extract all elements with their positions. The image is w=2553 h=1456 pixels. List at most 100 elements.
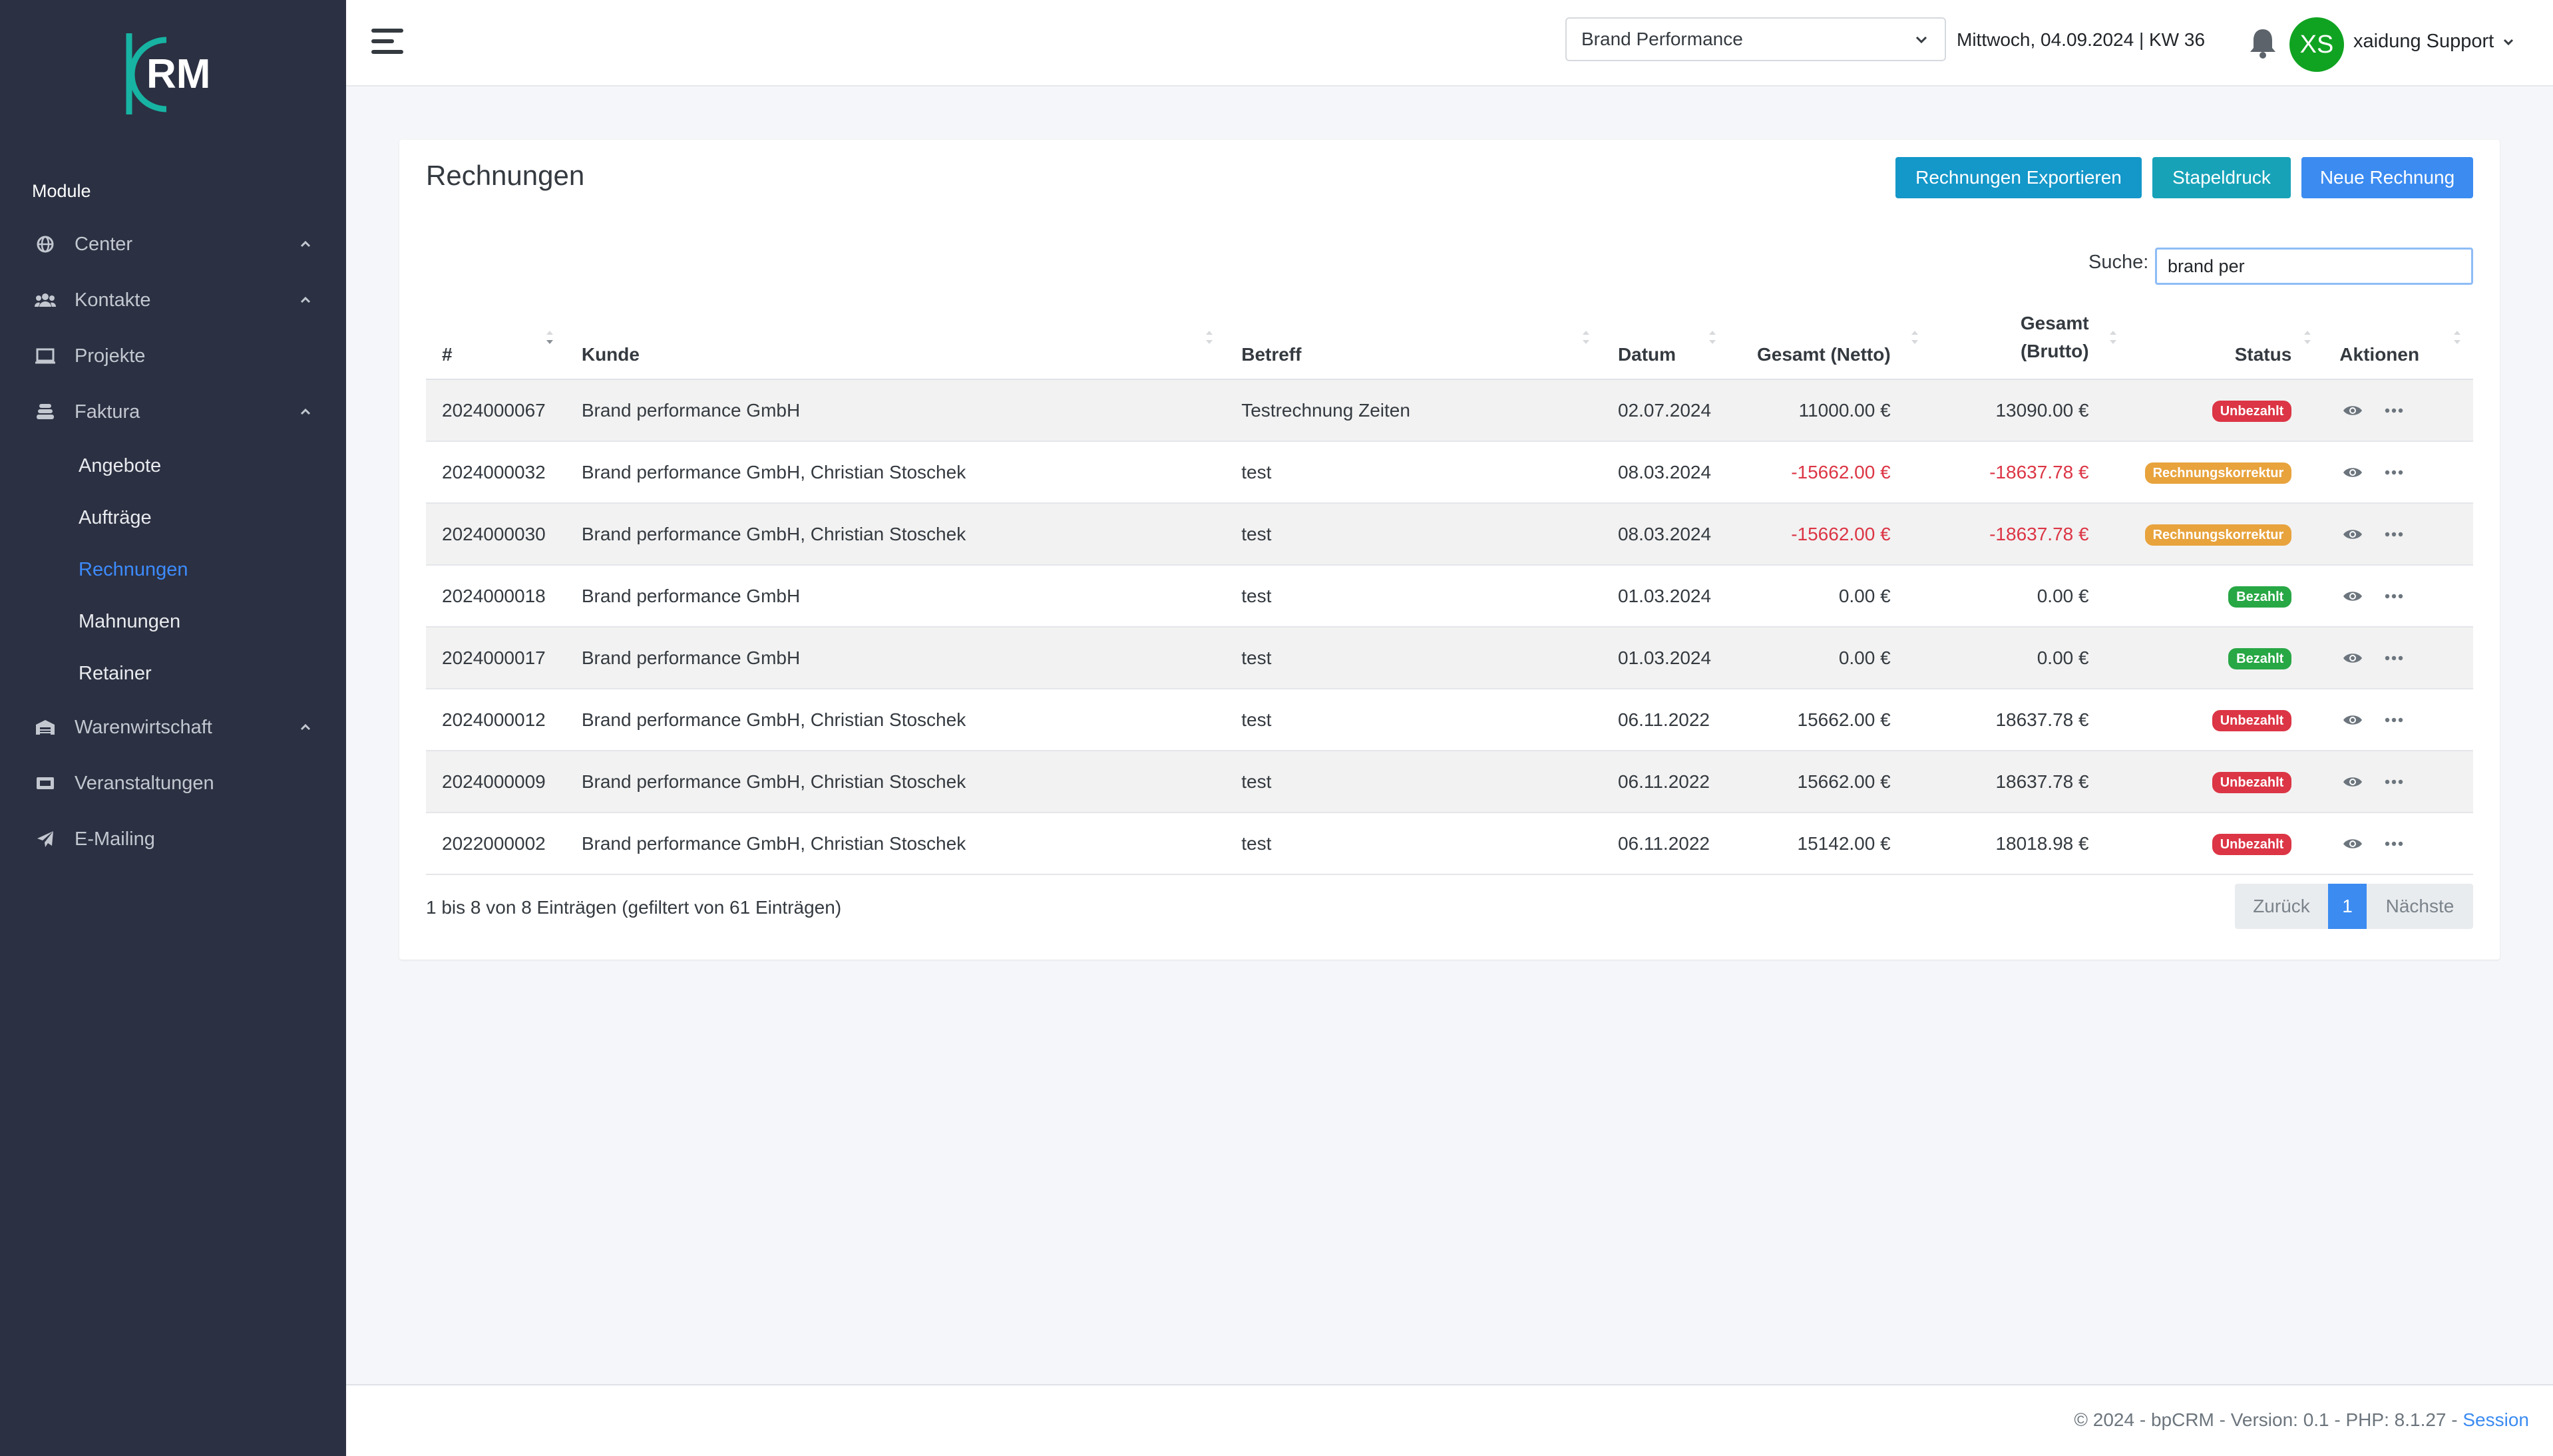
table-header-row: # Kunde Betreff Datum Gesamt (Netto) Ges… [426,299,2473,380]
cell-datum: 01.03.2024 [1601,627,1728,689]
table-row[interactable]: 2024000012 Brand performance GmbH, Christ… [426,689,2473,751]
chevron-up-icon [300,408,311,415]
cell-status: Bezahlt [2128,627,2324,689]
company-select[interactable]: Brand Performance [1565,17,1946,61]
cell-number: 2024000009 [426,751,566,813]
column-header-status[interactable]: Status [2128,299,2324,380]
sidebar-item-kontakte[interactable]: Kontakte [0,272,346,328]
sidebar-item-veranstaltungen[interactable]: Veranstaltungen [0,755,346,811]
table-row[interactable]: 2024000009 Brand performance GmbH, Christ… [426,751,2473,813]
table-row[interactable]: 2024000067 Brand performance GmbH Testrech… [426,379,2473,442]
column-header-betreff[interactable]: Betreff [1225,299,1602,380]
batch-print-button[interactable]: Stapeldruck [2152,157,2291,198]
more-horizontal-icon[interactable] [2383,712,2405,728]
cell-betreff: test [1225,565,1602,628]
more-horizontal-icon[interactable] [2383,464,2405,480]
sidebar-subitem-angebote[interactable]: Angebote [0,440,346,492]
table-row[interactable]: 2024000018 Brand performance GmbH test 01.0… [426,565,2473,628]
sidebar-item-projekte[interactable]: Projekte [0,328,346,384]
column-header-datum[interactable]: Datum [1601,299,1728,380]
page-title: Rechnungen [426,160,585,191]
user-menu[interactable]: xaidung Support [2353,31,2515,53]
cell-actions [2323,689,2473,751]
cell-brutto: 13090.00 € [1930,379,2129,442]
table-row[interactable]: 2022000002 Brand performance GmbH, Christ… [426,813,2473,875]
column-header-aktionen[interactable]: Aktionen [2323,299,2473,380]
cell-status: Unbezahlt [2128,379,2324,442]
cell-kunde: Brand performance GmbH, Christian Stosch… [565,751,1226,813]
paper-plane-icon [35,828,56,850]
column-header-brutto[interactable]: Gesamt (Brutto) [1930,299,2129,380]
table-row[interactable]: 2024000017 Brand performance GmbH test 01.0… [426,627,2473,689]
sidebar-subitem-mahnungen[interactable]: Mahnungen [0,596,346,647]
more-horizontal-icon[interactable] [2383,526,2405,542]
export-invoices-button[interactable]: Rechnungen Exportieren [1895,157,2142,198]
cell-brutto: -18637.78 € [1930,503,2129,566]
new-invoice-button[interactable]: Neue Rechnung [2301,157,2473,198]
pagination-next-button[interactable]: Nächste [2367,884,2473,929]
column-header-number[interactable]: # [426,299,566,380]
status-badge: Rechnungskorrektur [2144,524,2292,546]
avatar[interactable]: XS [2289,17,2344,72]
cell-brutto: -18637.78 € [1930,441,2129,504]
cell-brutto: 0.00 € [1930,565,2129,628]
pagination-page-button[interactable]: 1 [2328,884,2367,929]
table-row[interactable]: 2024000030 Brand performance GmbH, Christ… [426,503,2473,566]
status-badge: Unbezahlt [2212,710,2292,731]
eye-icon[interactable] [2342,836,2363,852]
session-link[interactable]: Session [2462,1409,2529,1430]
eye-icon[interactable] [2342,588,2363,604]
sidebar-item-warenwirtschaft[interactable]: Warenwirtschaft [0,699,346,755]
search-input[interactable] [2155,248,2473,285]
more-horizontal-icon[interactable] [2383,650,2405,666]
footer-text: © 2024 - bpCRM - Version: 0.1 - PHP: 8.1… [2074,1409,2529,1431]
more-horizontal-icon[interactable] [2383,774,2405,790]
pagination: Zurück 1 Nächste [2235,884,2473,929]
chevron-down-icon [2504,39,2514,45]
eye-icon[interactable] [2342,464,2363,480]
pagination-prev-button[interactable]: Zurück [2235,884,2328,929]
bell-icon[interactable] [2247,27,2279,60]
sidebar-item-label: E-Mailing [75,828,155,850]
cell-betreff: test [1225,751,1602,813]
cell-kunde: Brand performance GmbH, Christian Stosch… [565,813,1226,875]
sort-icon [1582,331,1589,344]
column-header-netto[interactable]: Gesamt (Netto) [1728,299,1931,380]
cell-kunde: Brand performance GmbH, Christian Stosch… [565,689,1226,751]
eye-icon[interactable] [2342,774,2363,790]
more-horizontal-icon[interactable] [2383,588,2405,604]
eye-icon[interactable] [2342,712,2363,728]
sort-icon [2304,331,2311,344]
cell-netto: 0.00 € [1728,565,1931,628]
cell-brutto: 18637.78 € [1930,689,2129,751]
coins-icon [35,401,56,423]
table-row[interactable]: 2024000032 Brand performance GmbH, Christ… [426,441,2473,504]
sidebar-item-faktura[interactable]: Faktura [0,384,346,440]
cell-datum: 06.11.2022 [1601,751,1728,813]
cell-betreff: test [1225,627,1602,689]
sidebar-item-center[interactable]: Center [0,216,346,272]
more-horizontal-icon[interactable] [2383,403,2405,419]
eye-icon[interactable] [2342,526,2363,542]
cell-netto: 15662.00 € [1728,751,1931,813]
cell-datum: 08.03.2024 [1601,441,1728,504]
cell-kunde: Brand performance GmbH [565,627,1226,689]
crm-logo[interactable]: RM [120,27,226,120]
sort-icon [2109,331,2116,344]
sidebar-subitem-auftraege[interactable]: Aufträge [0,492,346,544]
cell-status: Rechnungskorrektur [2128,441,2324,504]
eye-icon[interactable] [2342,650,2363,666]
more-horizontal-icon[interactable] [2383,836,2405,852]
cell-kunde: Brand performance GmbH [565,379,1226,442]
status-badge: Bezahlt [2228,586,2292,608]
sidebar-subitem-rechnungen[interactable]: Rechnungen [0,544,346,596]
cell-actions [2323,565,2473,628]
eye-icon[interactable] [2342,403,2363,419]
cell-betreff: test [1225,441,1602,504]
sidebar-subitem-retainer[interactable]: Retainer [0,647,346,699]
cell-number: 2022000002 [426,813,566,875]
column-header-kunde[interactable]: Kunde [565,299,1226,380]
sort-icon [1911,331,1918,344]
sidebar-item-emailing[interactable]: E-Mailing [0,811,346,867]
menu-toggle-icon[interactable] [371,29,403,55]
